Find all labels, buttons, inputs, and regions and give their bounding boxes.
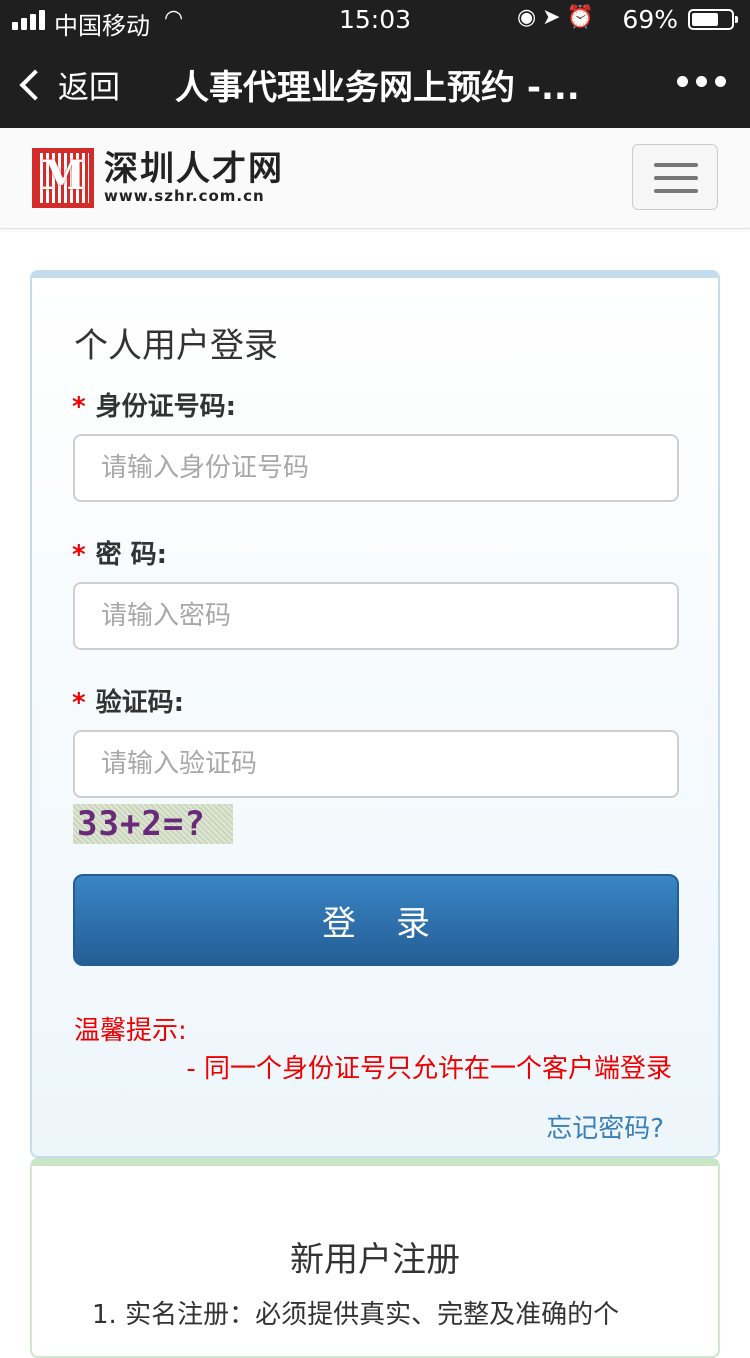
status-bar: 中国移动 ◠ 15:03 ◉➤⏰ 69%	[0, 0, 750, 40]
login-button[interactable]: 登录	[73, 874, 679, 966]
alarm-icon: ⏰	[566, 5, 600, 30]
register-rule-item: 1. 实名注册：必须提供真实、完整及准确的个	[92, 1300, 620, 1330]
register-panel: 新用户注册 1. 实名注册：必须提供真实、完整及准确的个	[30, 1158, 720, 1358]
logo-url: www.szhr.com.cn	[104, 187, 265, 205]
required-mark: *	[72, 540, 86, 570]
location-icon: ➤	[542, 5, 567, 30]
register-title: 新用户注册	[290, 1240, 460, 1280]
back-label: 返回	[58, 70, 120, 106]
hamburger-icon	[654, 163, 698, 167]
tip-title: 温馨提示:	[74, 1016, 187, 1046]
site-header: M 深圳人才网 www.szhr.com.cn	[0, 128, 750, 229]
logo-icon: M	[32, 148, 94, 208]
back-button[interactable]: 返回	[16, 62, 120, 107]
nav-bar: 返回 人事代理业务网上预约 -...	[0, 40, 750, 128]
menu-button[interactable]	[632, 144, 718, 210]
battery-percent: 69%	[622, 5, 678, 34]
site-logo[interactable]: M 深圳人才网 www.szhr.com.cn	[32, 148, 284, 208]
required-mark: *	[72, 392, 86, 422]
logo-name: 深圳人才网	[104, 149, 284, 189]
captcha-image[interactable]: 33+2=?	[73, 804, 233, 844]
battery-fill	[692, 13, 718, 26]
rotation-lock-icon: ◉	[516, 5, 543, 30]
forgot-password-link[interactable]: 忘记密码?	[546, 1108, 664, 1145]
id-number-input[interactable]	[73, 434, 679, 502]
dot-icon	[696, 76, 707, 87]
id-number-label: * 身份证号码:	[72, 392, 237, 422]
dot-icon	[677, 76, 688, 87]
login-title: 个人用户登录	[74, 326, 278, 366]
chevron-left-icon	[19, 68, 51, 101]
page-title: 人事代理业务网上预约 -...	[175, 68, 580, 108]
captcha-label: * 验证码:	[72, 688, 185, 718]
tip-text: - 同一个身份证号只允许在一个客户端登录	[186, 1054, 672, 1084]
password-label: * 密 码:	[72, 540, 168, 570]
dot-icon	[715, 76, 726, 87]
captcha-input[interactable]	[73, 730, 679, 798]
login-panel: 个人用户登录 *身份证号码: *密 码: *验证码: 33+2=? 登录 温馨提…	[30, 270, 720, 1158]
password-input[interactable]	[73, 582, 679, 650]
more-options-button[interactable]	[677, 76, 726, 87]
required-mark: *	[72, 688, 86, 718]
battery-icon	[688, 9, 738, 30]
captcha-text: 33+2=?	[77, 804, 206, 844]
top-bar: 中国移动 ◠ 15:03 ◉➤⏰ 69% 返回 人事代理业务网上预约 -...	[0, 0, 750, 128]
